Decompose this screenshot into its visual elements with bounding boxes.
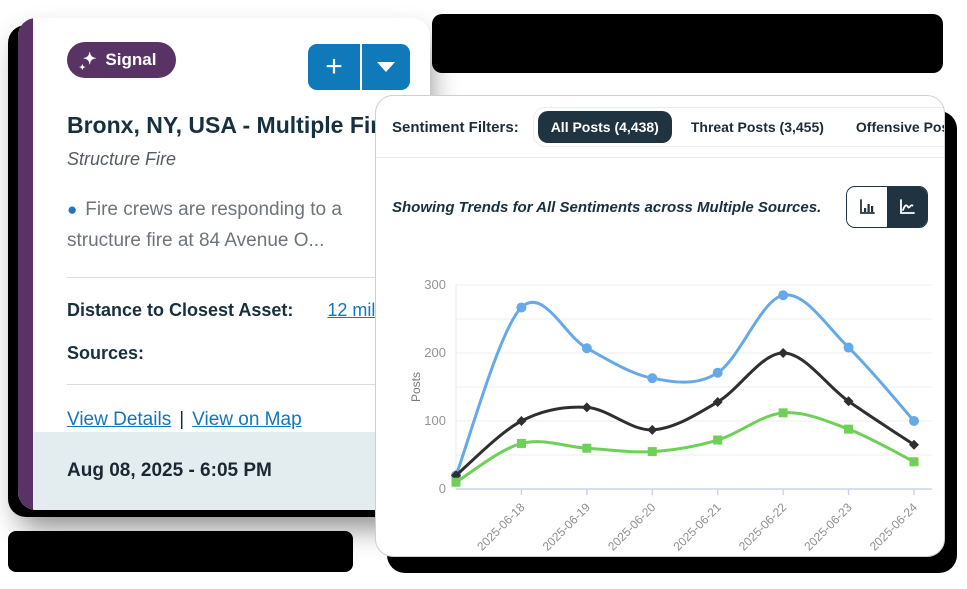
svg-text:200: 200 [424, 345, 446, 360]
sentiment-panel: Sentiment Filters: All Posts (4,438) Thr… [375, 95, 945, 557]
shadow-bar-bottom [8, 531, 353, 572]
bar-chart-toggle-button[interactable] [847, 187, 887, 227]
chevron-down-icon [377, 62, 395, 72]
svg-text:2025-06-20: 2025-06-20 [605, 500, 659, 554]
alert-timestamp: Aug 08, 2025 - 6:05 PM [33, 432, 430, 510]
svg-text:Posts: Posts [409, 372, 423, 402]
line-chart-toggle-button[interactable] [887, 187, 927, 227]
svg-text:300: 300 [424, 277, 446, 292]
svg-text:2025-06-21: 2025-06-21 [671, 500, 725, 554]
add-dropdown-button[interactable] [362, 44, 410, 90]
line-chart-icon [897, 197, 917, 217]
sparkle-icon: ✦✦ [83, 52, 96, 68]
tab-offensive-posts[interactable]: Offensive Posts (1,084) [843, 111, 945, 143]
svg-text:0: 0 [439, 481, 446, 496]
plus-icon: + [325, 50, 343, 84]
sentiment-filters-label: Sentiment Filters: [392, 119, 519, 136]
svg-text:2025-06-19: 2025-06-19 [540, 500, 594, 554]
svg-text:100: 100 [424, 413, 446, 428]
svg-text:2025-06-18: 2025-06-18 [474, 500, 528, 554]
add-button[interactable]: + [308, 44, 362, 90]
alert-summary: ●Fire crews are responding to a structur… [67, 194, 410, 257]
card-accent-stripe [18, 18, 33, 510]
signal-card: ✦✦ Signal + Bronx, NY, USA - Multiple Fi… [18, 18, 430, 510]
view-details-link[interactable]: View Details [67, 409, 171, 430]
add-split-button: + [308, 44, 410, 90]
svg-text:2025-06-24: 2025-06-24 [867, 500, 921, 554]
bullet-dot: ● [67, 200, 77, 219]
distance-label: Distance to Closest Asset: [67, 300, 293, 321]
sources-label: Sources: [67, 343, 144, 364]
signal-badge-label: Signal [105, 50, 156, 70]
tab-all-posts[interactable]: All Posts (4,438) [538, 111, 672, 143]
chart-view-toggle [846, 186, 928, 228]
view-on-map-link[interactable]: View on Map [192, 409, 302, 430]
svg-text:2025-06-22: 2025-06-22 [736, 500, 790, 554]
chart-heading: Showing Trends for All Sentiments across… [392, 199, 821, 216]
links-separator: | [179, 409, 184, 430]
svg-text:2025-06-23: 2025-06-23 [801, 500, 855, 554]
tab-threat-posts[interactable]: Threat Posts (3,455) [678, 111, 837, 143]
sentiment-tab-group: All Posts (4,438) Threat Posts (3,455) O… [533, 107, 945, 147]
page-canvas: ✦✦ Signal + Bronx, NY, USA - Multiple Fi… [0, 0, 967, 589]
signal-badge: ✦✦ Signal [67, 42, 176, 78]
shadow-bar-top [432, 14, 943, 73]
sentiment-line-chart: 0100200300Posts2025-06-182025-06-192025-… [376, 236, 945, 557]
bar-chart-icon [857, 197, 877, 217]
